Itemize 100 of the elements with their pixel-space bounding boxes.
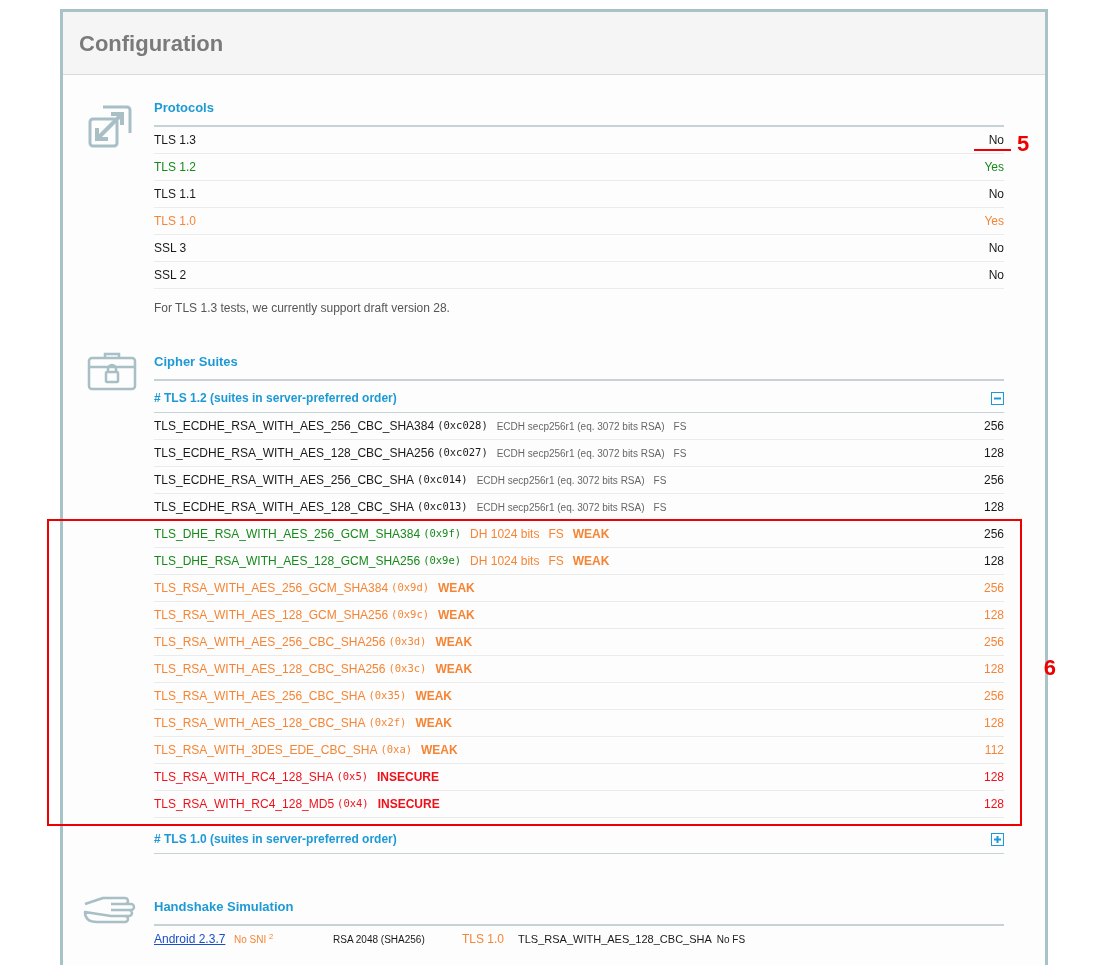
- key-strength: 128: [983, 796, 1004, 813]
- cipher-suite-name: TLS_ECDHE_RSA_WITH_AES_128_CBC_SHA256: [154, 445, 435, 462]
- key-strength: 112: [984, 742, 1004, 759]
- cipher-suite-name: TLS_DHE_RSA_WITH_AES_256_GCM_SHA384: [154, 526, 421, 543]
- cipher-suite-detail: INSECURE: [377, 796, 440, 813]
- cipher-suite-detail: WEAK: [435, 634, 473, 651]
- cipher-suite-detail: INSECURE: [377, 769, 440, 786]
- cipher-suite-name: TLS_RSA_WITH_RC4_128_MD5: [154, 796, 335, 813]
- cipher-suite-detail: ECDH secp256r1 (eq. 3072 bits RSA): [496, 446, 665, 461]
- cipher-suite-detail: DH 1024 bits: [470, 526, 540, 543]
- cipher-suite-detail: FS: [653, 473, 667, 488]
- forward-secrecy-note: No FS: [716, 932, 746, 947]
- cipher-suite-name: TLS_RSA_WITH_AES_128_GCM_SHA256: [154, 607, 389, 624]
- protocol-support: No: [988, 240, 1004, 257]
- protocol-support: Yes: [984, 159, 1004, 176]
- cipher-suite-code: (0xc014): [417, 472, 468, 488]
- key-strength: 256: [983, 418, 1004, 435]
- cipher-suite-code: (0x9e): [423, 553, 462, 569]
- key-strength: 256: [983, 580, 1004, 597]
- cipher-suite-detail: ECDH secp256r1 (eq. 3072 bits RSA): [496, 419, 665, 434]
- cipher-suite-name: TLS_ECDHE_RSA_WITH_AES_128_CBC_SHA: [154, 499, 415, 516]
- cipher-suite-name: TLS_RSA_WITH_RC4_128_SHA: [154, 769, 334, 786]
- client-link[interactable]: Android 2.3.7: [154, 930, 234, 948]
- cipher-suite-detail: WEAK: [415, 688, 453, 705]
- cipher-suite-detail: WEAK: [572, 553, 610, 570]
- cipher-suite-detail: ECDH secp256r1 (eq. 3072 bits RSA): [476, 500, 645, 515]
- cipher-suite-detail: WEAK: [572, 526, 610, 543]
- cipher-suite-code: (0xc028): [437, 418, 488, 434]
- key-strength: 256: [983, 526, 1004, 543]
- annotation-number: 6: [1043, 654, 1056, 682]
- suite-group-title: # TLS 1.2 (suites in server-preferred order): [154, 390, 397, 407]
- cipher-suite-detail: FS: [673, 446, 687, 461]
- key-strength: 256: [983, 634, 1004, 651]
- cipher-suite-detail: FS: [548, 553, 564, 570]
- key-strength: 128: [983, 445, 1004, 462]
- key-strength: 128: [983, 769, 1004, 786]
- cipher-suite-detail: DH 1024 bits: [470, 553, 540, 570]
- cipher-suite-code: (0x4): [337, 796, 369, 812]
- cipher-suite-name: TLS_RSA_WITH_3DES_EDE_CBC_SHA: [154, 742, 378, 759]
- cipher-suite-code: (0x2f): [368, 715, 407, 731]
- cipher-suite-code: (0xc027): [437, 445, 488, 461]
- cipher-suite-code: (0x9d): [391, 580, 430, 596]
- cipher-suite-code: (0x9f): [423, 526, 462, 542]
- key-strength: 128: [983, 661, 1004, 678]
- cipher-suite-name: TLS_RSA_WITH_AES_128_CBC_SHA256: [154, 661, 386, 678]
- protocol-support: No: [988, 186, 1004, 203]
- key-strength: 128: [983, 715, 1004, 732]
- cipher-suite-name: TLS_RSA_WITH_AES_128_CBC_SHA: [154, 715, 366, 732]
- protocol-support: No: [988, 267, 1004, 284]
- collapse-button[interactable]: [991, 391, 1004, 405]
- handshake-protocol: TLS 1.0: [462, 931, 506, 948]
- protocol-name: TLS 1.0: [154, 213, 197, 230]
- key-strength: 128: [983, 499, 1004, 516]
- cipher-suite-detail: FS: [673, 419, 687, 434]
- key-strength: 256: [983, 688, 1004, 705]
- cipher-suite-detail: FS: [653, 500, 667, 515]
- protocol-note: For TLS 1.3 tests, we currently support draft version 28.: [154, 301, 450, 315]
- cipher-suite-code: (0x9c): [391, 607, 430, 623]
- page-title: Configuration: [79, 29, 224, 58]
- cipher-suite-code: (0x35): [368, 688, 407, 704]
- cipher-suite-detail: WEAK: [421, 742, 458, 759]
- cipher-suite-name: TLS_ECDHE_RSA_WITH_AES_256_CBC_SHA384: [154, 418, 435, 435]
- resize-arrows-icon: [87, 103, 133, 149]
- key-strength: 128: [983, 607, 1004, 624]
- cipher-suite-name: TLS_RSA_WITH_AES_256_GCM_SHA384: [154, 580, 389, 597]
- section-heading: Handshake Simulation: [154, 899, 294, 914]
- protocol-name: SSL 2: [154, 267, 187, 284]
- cipher-suite-detail: WEAK: [438, 580, 475, 597]
- annotation-number: 5: [1017, 130, 1030, 158]
- cipher-suite-code: (0x3c): [388, 661, 427, 677]
- briefcase-lock-icon: [87, 351, 137, 391]
- handshake-suite: TLS_RSA_WITH_AES_128_CBC_SHA: [518, 931, 712, 947]
- cipher-suite-detail: FS: [548, 526, 564, 543]
- protocol-support: Yes: [984, 213, 1004, 230]
- plus-icon: [993, 834, 1002, 844]
- cipher-suite-detail: ECDH secp256r1 (eq. 3072 bits RSA): [476, 473, 645, 488]
- cipher-suite-code: (0xa): [380, 742, 413, 758]
- protocol-name: TLS 1.2: [154, 159, 197, 176]
- protocol-name: TLS 1.1: [154, 186, 197, 203]
- cipher-suite-name: TLS_RSA_WITH_AES_256_CBC_SHA: [154, 688, 366, 705]
- key-strength: 256: [983, 472, 1004, 489]
- expand-button[interactable]: [991, 832, 1004, 846]
- protocol-support: No: [988, 132, 1004, 149]
- cipher-suite-name: TLS_RSA_WITH_AES_256_CBC_SHA256: [154, 634, 386, 651]
- cipher-suite-code: (0x5): [336, 769, 369, 785]
- key-strength: 128: [983, 553, 1004, 570]
- protocol-name: TLS 1.3: [154, 132, 197, 149]
- suite-group-title: # TLS 1.0 (suites in server-preferred order): [154, 831, 397, 848]
- cipher-suite-code: (0xc013): [417, 499, 468, 515]
- certificate-info: RSA 2048 (SHA256): [333, 932, 426, 947]
- cipher-suite-detail: WEAK: [435, 661, 473, 678]
- cipher-suite-code: (0x3d): [388, 634, 427, 650]
- section-heading: Cipher Suites: [154, 354, 238, 369]
- cipher-suite-name: TLS_ECDHE_RSA_WITH_AES_256_CBC_SHA: [154, 472, 415, 489]
- section-heading: Protocols: [154, 100, 214, 115]
- protocol-name: SSL 3: [154, 240, 187, 257]
- sni-note: No SNI $^{2}$: [234, 931, 275, 947]
- cipher-suite-detail: WEAK: [438, 607, 475, 624]
- cipher-suite-detail: WEAK: [415, 715, 453, 732]
- cipher-suite-name: TLS_DHE_RSA_WITH_AES_128_GCM_SHA256: [154, 553, 421, 570]
